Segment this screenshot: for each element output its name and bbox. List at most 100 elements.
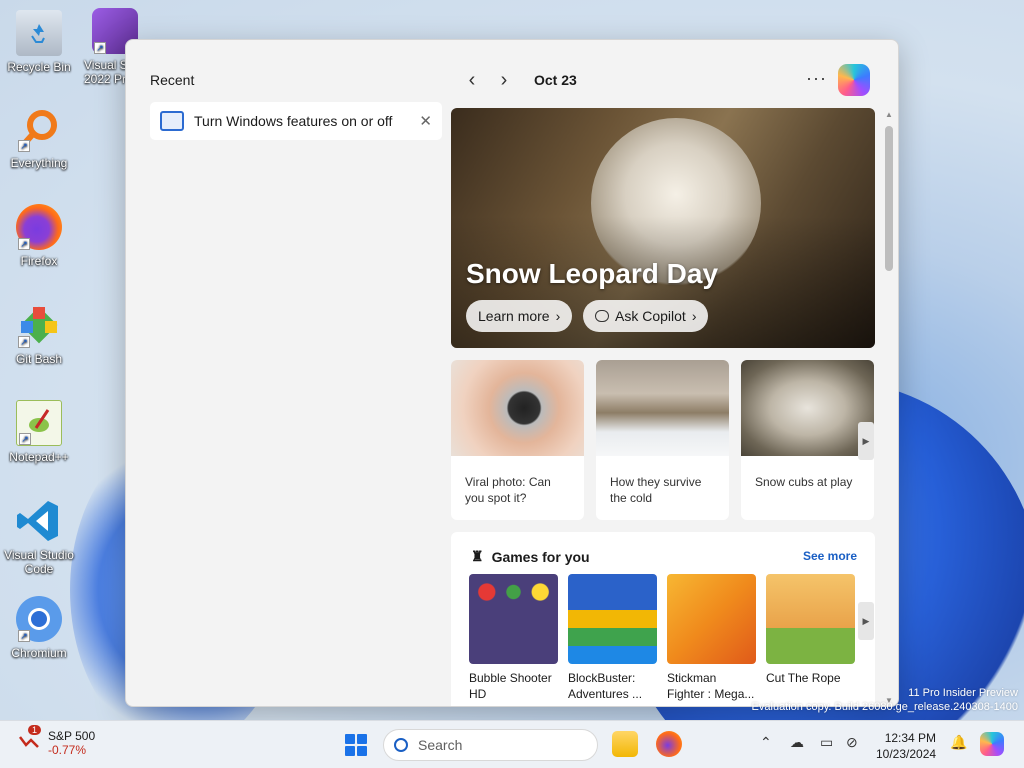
firefox-taskbar-icon[interactable] xyxy=(656,731,682,757)
game-item[interactable]: Stickman Fighter : Mega... xyxy=(667,574,756,702)
desktop-icon-firefox[interactable]: ↗ Firefox xyxy=(4,204,74,268)
notification-badge: 1 xyxy=(28,725,42,735)
copilot-taskbar-icon[interactable] xyxy=(980,732,1004,756)
stickman-fighter-thumb xyxy=(667,574,756,664)
story-cards: Viral photo: Can you spot it? How they s… xyxy=(451,360,874,520)
desktop-icon-label: Firefox xyxy=(20,254,58,268)
more-options-icon[interactable]: ··· xyxy=(806,68,827,89)
close-icon[interactable]: ✕ xyxy=(419,112,432,130)
card-caption: Viral photo: Can you spot it? xyxy=(465,475,551,505)
search-icon xyxy=(394,738,408,752)
widgets-panel: Recent Turn Windows features on or off ✕… xyxy=(125,39,899,707)
desktop-icon-label: Git Bash xyxy=(15,352,63,366)
learn-more-label: Learn more xyxy=(478,308,550,324)
evaluation-watermark: 11 Pro Insider Preview Evaluation copy. … xyxy=(751,687,1018,713)
card-caption: Snow cubs at play xyxy=(755,475,853,489)
desktop-icon-git-bash[interactable]: ↗ Git Bash xyxy=(4,302,74,366)
search-placeholder: Search xyxy=(418,737,463,753)
games-header: ♜ Games for you xyxy=(471,548,590,565)
shortcut-arrow-icon: ↗ xyxy=(18,630,30,642)
ask-copilot-button[interactable]: Ask Copilot › xyxy=(583,300,709,332)
clock-date: 10/23/2024 xyxy=(876,747,937,761)
desktop-icon-label: Recycle Bin xyxy=(7,60,71,74)
stock-widget[interactable]: 1 S&P 500 -0.77% xyxy=(18,725,96,757)
clock-time: 12:34 PM xyxy=(884,731,937,745)
game-name: BlockBuster: Adventures ... xyxy=(568,671,643,701)
firefox-icon: ↗ xyxy=(16,204,62,250)
card-caption: How they survive the cold xyxy=(610,475,702,505)
hero-title: Snow Leopard Day xyxy=(466,258,719,289)
chevron-up-icon[interactable]: ⌃ xyxy=(760,734,772,751)
games-next-icon[interactable]: ▶ xyxy=(858,602,874,640)
git-bash-icon: ↗ xyxy=(16,302,62,348)
windows-features-icon xyxy=(160,111,184,131)
chevron-right-icon: › xyxy=(691,308,697,324)
panel-scrollbar[interactable]: ▲ ▼ xyxy=(883,110,895,705)
display-icon[interactable]: ▭ xyxy=(820,734,833,751)
vscode-icon xyxy=(16,498,62,544)
file-explorer-icon[interactable] xyxy=(612,731,638,757)
desktop-icon-recycle-bin[interactable]: Recycle Bin xyxy=(4,10,74,74)
blockbuster-thumb xyxy=(568,574,657,664)
stock-name: S&P 500 xyxy=(48,729,96,743)
hero-card[interactable]: Snow Leopard Day Learn more › Ask Copilo… xyxy=(451,108,875,348)
stock-change: -0.77% xyxy=(48,743,87,757)
learn-more-button[interactable]: Learn more › xyxy=(466,300,573,332)
recent-item-label: Turn Windows features on or off xyxy=(194,113,393,129)
story-card[interactable]: Snow cubs at play xyxy=(741,360,874,520)
desktop-icon-label: Visual Studio Code xyxy=(4,548,74,576)
game-name: Cut The Rope xyxy=(766,671,841,685)
recent-title: Recent xyxy=(150,72,195,88)
snow-cubs-image xyxy=(741,360,874,456)
game-item[interactable]: Bubble Shooter HD xyxy=(469,574,558,702)
shortcut-arrow-icon: ↗ xyxy=(18,336,30,348)
notification-bell-icon[interactable]: 🔔 xyxy=(950,734,967,751)
ask-copilot-label: Ask Copilot xyxy=(615,308,686,324)
date-nav: ‹ › Oct 23 xyxy=(456,68,577,92)
chat-bubble-icon xyxy=(595,310,609,322)
copilot-icon[interactable] xyxy=(838,64,870,96)
chevron-right-icon[interactable]: › xyxy=(488,68,520,92)
notepad-plus-plus-icon: ↗ xyxy=(16,400,62,446)
desktop-icon-chromium[interactable]: ↗ Chromium xyxy=(4,596,74,660)
bubble-shooter-thumb xyxy=(469,574,558,664)
game-name: Stickman Fighter : Mega... xyxy=(667,671,755,701)
desktop-icon-label: Chromium xyxy=(11,646,67,660)
recent-item[interactable]: Turn Windows features on or off ✕ xyxy=(150,102,442,140)
game-name: Bubble Shooter HD xyxy=(469,671,552,701)
chromium-icon: ↗ xyxy=(16,596,62,642)
recycle-bin-icon xyxy=(16,10,62,56)
everything-search-icon: ↗ xyxy=(16,106,62,152)
scrollbar-thumb[interactable] xyxy=(885,126,893,271)
desktop-icon-label: Everything xyxy=(10,156,68,170)
cloud-offline-icon[interactable]: ☁ xyxy=(790,734,804,751)
scroll-up-icon[interactable]: ▲ xyxy=(885,110,893,119)
cards-next-icon[interactable]: ▶ xyxy=(858,422,874,460)
games-list: Bubble Shooter HD BlockBuster: Adventure… xyxy=(469,574,855,702)
story-card[interactable]: Viral photo: Can you spot it? xyxy=(451,360,584,520)
shortcut-arrow-icon: ↗ xyxy=(19,433,31,445)
game-item[interactable]: Cut The Rope xyxy=(766,574,855,702)
chevron-right-icon: › xyxy=(555,308,561,324)
taskbar: 1 S&P 500 -0.77% Search ⌃ ☁ ▭ ⊘ 12:34 PM… xyxy=(0,720,1024,768)
leopard-snow-image xyxy=(596,360,729,456)
desktop-icon-vscode[interactable]: Visual Studio Code xyxy=(4,498,74,576)
game-item[interactable]: BlockBuster: Adventures ... xyxy=(568,574,657,702)
search-box[interactable]: Search xyxy=(383,729,598,761)
stock-down-icon: 1 xyxy=(18,725,42,751)
desktop-icon-label: Notepad++ xyxy=(9,450,69,464)
story-card[interactable]: How they survive the cold xyxy=(596,360,729,520)
shortcut-arrow-icon: ↗ xyxy=(18,238,30,250)
chess-piece-icon: ♜ xyxy=(471,548,484,564)
shortcut-arrow-icon: ↗ xyxy=(94,42,106,54)
chevron-left-icon[interactable]: ‹ xyxy=(456,68,488,92)
start-button[interactable] xyxy=(345,734,367,756)
desktop-icon-notepad-plus-plus[interactable]: ↗ Notepad++ xyxy=(4,400,74,464)
desktop-icon-everything[interactable]: ↗ Everything xyxy=(4,106,74,170)
see-more-link[interactable]: See more xyxy=(803,549,857,563)
games-title: Games for you xyxy=(491,548,590,565)
cut-the-rope-thumb xyxy=(766,574,855,664)
shortcut-arrow-icon: ↗ xyxy=(18,140,30,152)
clock[interactable]: 12:34 PM 10/23/2024 xyxy=(876,730,936,762)
network-icon[interactable]: ⊘ xyxy=(846,734,858,751)
